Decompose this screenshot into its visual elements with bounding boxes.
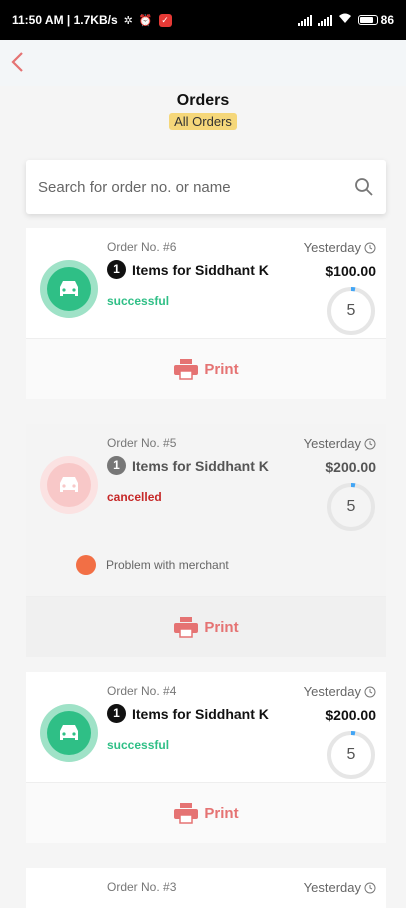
quantity-badge: 1 <box>107 704 126 723</box>
print-label: Print <box>204 804 239 822</box>
printer-icon <box>174 617 199 638</box>
progress-number: 5 <box>346 302 356 319</box>
status-bar: 11:50 AM | 1.7KB/s ✲ ⏰ ✓ 86 <box>0 0 406 40</box>
problem-dot-icon <box>76 555 96 575</box>
order-price: $200.00 <box>325 459 376 475</box>
items-line: 1 Items for Siddhant K <box>107 704 269 723</box>
order-status: successful <box>107 294 170 308</box>
order-card[interactable]: Order No. #4 Yesterday 1 Items for Siddh… <box>26 672 386 843</box>
search-input[interactable] <box>38 178 354 196</box>
clock-icon <box>364 242 376 253</box>
search-icon[interactable] <box>354 177 374 197</box>
items-line: 1 Items for Siddhant K <box>107 260 269 279</box>
signal-icon <box>297 14 312 26</box>
clock-icon <box>364 438 376 449</box>
printer-icon <box>174 803 199 824</box>
page-title: Orders <box>176 92 230 109</box>
app-bar <box>0 40 406 86</box>
car-icon <box>60 477 78 492</box>
car-avatar <box>40 260 98 318</box>
order-date: Yesterday <box>304 240 376 255</box>
car-avatar <box>40 456 98 514</box>
order-card[interactable]: Order No. #5 Yesterday 1 Items for Siddh… <box>26 424 386 657</box>
problem-note: Problem with merchant <box>26 534 386 596</box>
quantity-badge: 1 <box>107 260 126 279</box>
alarm-icon: ⏰ <box>138 14 153 27</box>
order-number: Order No. #4 <box>107 684 177 698</box>
wifi-hotspot-icon: ✲ <box>123 14 133 27</box>
app-notification-icon: ✓ <box>158 13 172 27</box>
car-avatar <box>40 704 98 762</box>
print-button[interactable]: Print <box>26 339 386 399</box>
wifi-icon <box>338 13 352 27</box>
print-button[interactable]: Print <box>26 597 386 657</box>
page-header: Orders All Orders <box>0 92 406 131</box>
battery-level: 86 <box>380 13 394 27</box>
signal-icon-2 <box>317 14 332 26</box>
back-arrow-icon[interactable] <box>8 50 32 74</box>
order-card[interactable]: Order No. #3 Yesterday <box>26 868 386 908</box>
order-date-text: Yesterday <box>303 436 361 451</box>
print-label: Print <box>204 360 239 378</box>
status-time: 11:50 AM | 1.7KB/s <box>12 13 118 27</box>
printer-icon <box>174 359 199 380</box>
progress-number: 5 <box>346 498 356 515</box>
order-price: $200.00 <box>325 707 376 723</box>
items-line: 1 Items for Siddhant K <box>107 456 269 475</box>
items-label: Items for Siddhant K <box>132 261 269 278</box>
order-status: successful <box>107 738 170 752</box>
clock-icon <box>364 686 376 697</box>
order-date-text: Yesterday <box>303 240 361 255</box>
order-status: cancelled <box>107 490 162 504</box>
filter-badge[interactable]: All Orders <box>169 113 237 130</box>
progress-number: 5 <box>346 746 356 763</box>
order-date-text: Yesterday <box>303 880 361 895</box>
car-icon <box>60 281 78 296</box>
battery-icon: 86 <box>357 13 394 27</box>
search-bar <box>26 160 386 214</box>
order-number: Order No. #6 <box>107 240 177 254</box>
quantity-badge: 1 <box>107 456 126 475</box>
car-icon <box>60 725 78 740</box>
order-date: Yesterday <box>304 684 376 699</box>
order-number: Order No. #3 <box>107 880 177 894</box>
order-price: $100.00 <box>325 263 376 279</box>
clock-icon <box>364 882 376 893</box>
print-button[interactable]: Print <box>26 783 386 843</box>
problem-text: Problem with merchant <box>106 558 229 572</box>
order-date: Yesterday <box>304 880 376 895</box>
order-card[interactable]: Order No. #6 Yesterday 1 Items for Siddh… <box>26 228 386 399</box>
print-label: Print <box>204 618 239 636</box>
order-date: Yesterday <box>304 436 376 451</box>
items-label: Items for Siddhant K <box>132 457 269 474</box>
order-date-text: Yesterday <box>303 684 361 699</box>
items-label: Items for Siddhant K <box>132 705 269 722</box>
order-number: Order No. #5 <box>107 436 177 450</box>
